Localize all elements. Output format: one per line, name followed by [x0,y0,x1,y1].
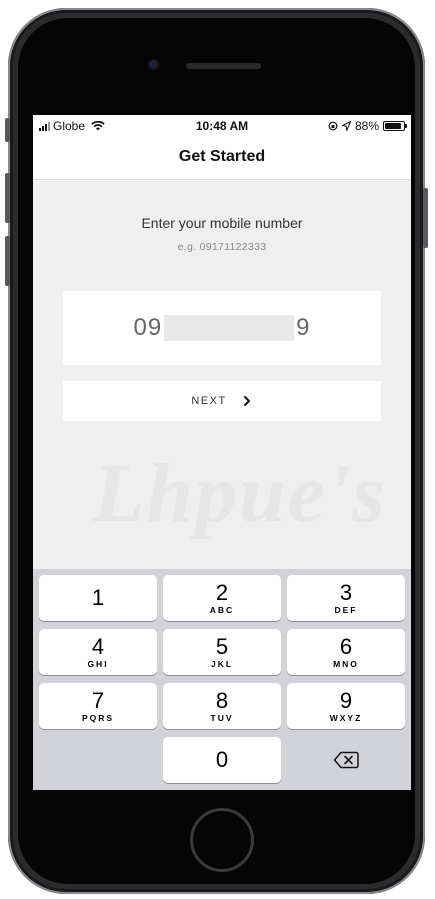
battery-icon [383,121,407,131]
key-3[interactable]: 3 DEF [287,575,405,621]
key-2[interactable]: 2 ABC [163,575,281,621]
next-label: NEXT [191,395,227,407]
key-4[interactable]: 4 GHI [39,629,157,675]
key-1[interactable]: 1 [39,575,157,621]
key-6[interactable]: 6 MNO [287,629,405,675]
backspace-icon [333,751,359,769]
mobile-number-example: e.g. 09171122333 [177,241,267,253]
home-button[interactable] [190,808,254,872]
numeric-keypad: 1 2 ABC 3 DEF 4 GHI 5 JKL 6 MNO 7 PQRS 8… [33,569,411,790]
watermark-logo: Lhpue's [93,447,388,540]
mobile-number-prompt: Enter your mobile number [141,215,303,231]
status-bar: Globe 10:48 AM 88% [33,115,411,137]
key-8[interactable]: 8 TUV [163,683,281,729]
nav-bar: Get Started [33,137,411,180]
key-0[interactable]: 0 [163,737,281,783]
redacted-digits [164,315,295,341]
mute-switch [5,118,10,142]
location-icon [341,121,351,131]
page-title: Get Started [178,148,266,165]
chevron-right-icon [243,396,250,406]
orientation-lock-icon [328,121,338,131]
phone-suffix: 9 [296,314,311,341]
volume-down-button [5,236,10,286]
app-screen: Globe 10:48 AM 88% Get Started Lhpue's E… [33,115,411,790]
mobile-number-value: 09 9 [133,314,310,342]
key-blank [39,737,157,783]
mobile-number-input[interactable]: 09 9 [63,291,381,365]
key-9[interactable]: 9 WXYZ [287,683,405,729]
volume-up-button [5,173,10,223]
power-button [423,188,428,248]
front-camera [149,60,158,69]
battery-percent: 88% [354,119,379,133]
key-7[interactable]: 7 PQRS [39,683,157,729]
delete-key[interactable] [287,737,405,783]
phone-prefix: 09 [133,314,163,341]
earpiece-speaker [186,63,261,69]
key-5[interactable]: 5 JKL [163,629,281,675]
next-button[interactable]: NEXT [63,381,381,421]
